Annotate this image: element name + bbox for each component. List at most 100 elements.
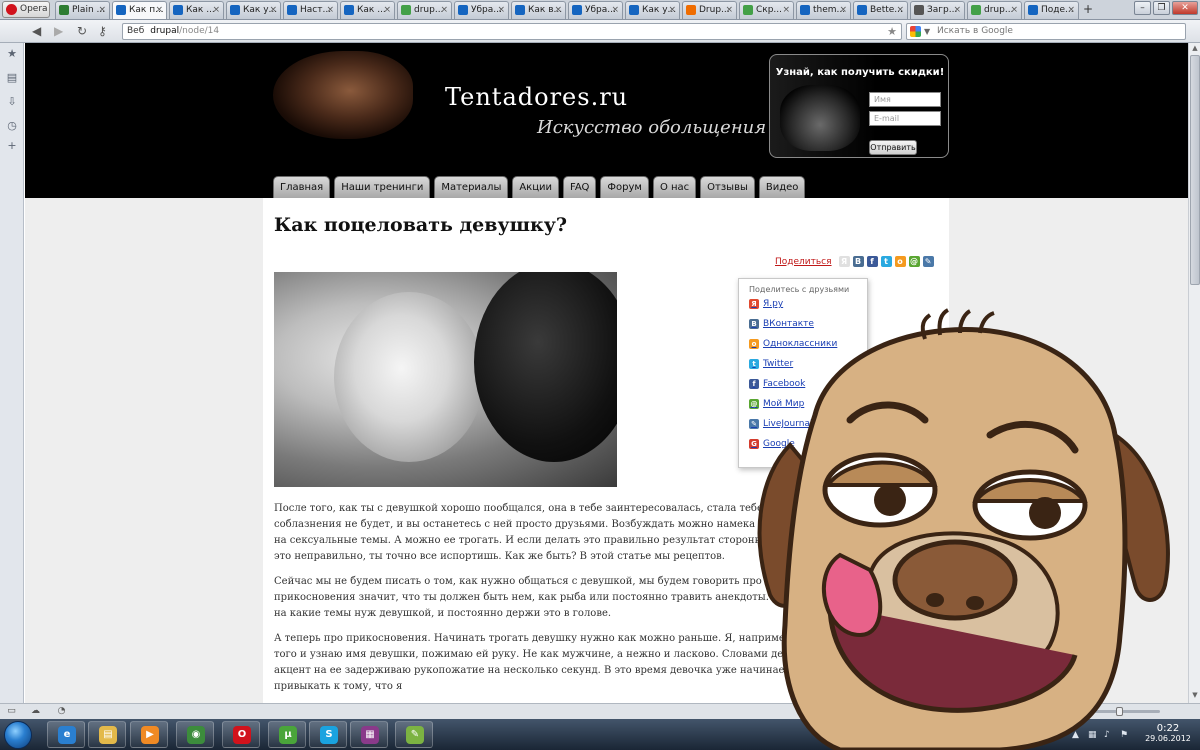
- taskbar-app-button[interactable]: µ: [268, 721, 306, 748]
- tab-close-icon[interactable]: ×: [554, 2, 562, 18]
- search-field[interactable]: ▼ Искать в Google: [906, 23, 1186, 40]
- twitter-icon[interactable]: t: [880, 256, 892, 267]
- menu-item[interactable]: Видео: [758, 176, 806, 198]
- browser-tab[interactable]: Plain ... ×: [55, 1, 110, 19]
- browser-tab[interactable]: drup... ×: [397, 1, 452, 19]
- taskbar-app-button[interactable]: ◉: [176, 721, 214, 748]
- share-icon-glyph: Я: [840, 257, 848, 266]
- discount-figure-image: [780, 85, 860, 151]
- tab-close-icon[interactable]: ×: [269, 2, 277, 18]
- tab-close-icon[interactable]: ×: [953, 2, 961, 18]
- browser-tab[interactable]: drup... ×: [967, 1, 1022, 19]
- menu-item[interactable]: Форум: [600, 176, 649, 198]
- menu-item[interactable]: Главная: [273, 176, 331, 198]
- tab-close-icon[interactable]: ×: [839, 2, 847, 18]
- tab-close-icon[interactable]: ×: [611, 2, 619, 18]
- tab-close-icon[interactable]: ×: [497, 2, 505, 18]
- odnoklassniki-icon[interactable]: о: [894, 256, 906, 267]
- search-engine-dropdown-icon[interactable]: ▼: [924, 24, 930, 39]
- scroll-thumb[interactable]: [1190, 55, 1200, 285]
- taskbar-app-button[interactable]: ▦: [350, 721, 388, 748]
- back-icon[interactable]: ◀: [32, 24, 41, 38]
- winrar-icon: ▦: [361, 726, 379, 744]
- vkontakte-icon[interactable]: В: [852, 256, 864, 267]
- taskbar-app-button[interactable]: e: [47, 721, 85, 748]
- browser-tab[interactable]: Убра... ×: [454, 1, 509, 19]
- tab-close-icon[interactable]: ×: [782, 2, 790, 18]
- taskbar-app-button[interactable]: S: [309, 721, 347, 748]
- turbo-icon[interactable]: ◔: [56, 706, 67, 717]
- discount-submit-button[interactable]: Отправить: [869, 140, 917, 155]
- browser-tab[interactable]: Как ... ×: [169, 1, 224, 19]
- scroll-up-icon[interactable]: ▲: [1190, 44, 1200, 54]
- discount-signup-box: Узнай, как получить скидки! Имя E-mail О…: [769, 54, 949, 158]
- browser-tab[interactable]: Bette... ×: [853, 1, 908, 19]
- facebook-icon[interactable]: f: [866, 256, 878, 267]
- tab-close-icon[interactable]: ×: [155, 2, 163, 18]
- tab-favicon-icon: [800, 5, 810, 15]
- site-title[interactable]: Tentadores.ru: [445, 83, 628, 111]
- taskbar-app-button[interactable]: ✎: [395, 721, 433, 748]
- moimir-icon[interactable]: @: [908, 256, 920, 267]
- url-field[interactable]: Веб drupal/node/14 ★: [122, 23, 902, 40]
- menu-item[interactable]: FAQ: [563, 176, 597, 198]
- browser-tab[interactable]: Убра... ×: [568, 1, 623, 19]
- close-window-button[interactable]: ✕: [1172, 1, 1198, 15]
- downloads-icon[interactable]: ⇩: [6, 96, 18, 108]
- bookmarks-star-icon[interactable]: ★: [6, 48, 18, 60]
- taskbar-app-button[interactable]: ▶: [130, 721, 168, 748]
- share-link[interactable]: Поделиться: [775, 257, 832, 267]
- add-panel-icon[interactable]: +: [6, 140, 18, 152]
- livejournal-icon[interactable]: ✎: [922, 256, 934, 267]
- panel-toggle-icon[interactable]: ▭: [6, 706, 17, 717]
- forward-icon[interactable]: ▶: [54, 24, 63, 38]
- notes-icon[interactable]: ▤: [6, 72, 18, 84]
- tab-close-icon[interactable]: ×: [1010, 2, 1018, 18]
- media-player-icon: ▶: [141, 726, 159, 744]
- menu-item[interactable]: Отзывы: [700, 176, 755, 198]
- menu-item[interactable]: Наши тренинги: [334, 176, 431, 198]
- cloud-icon[interactable]: ☁: [30, 706, 41, 717]
- minimize-button[interactable]: –: [1134, 1, 1151, 15]
- new-tab-icon[interactable]: +: [1083, 2, 1093, 16]
- share-toolbar: Поделиться Я Вf t о @ ✎: [775, 256, 934, 267]
- browser-tab[interactable]: Drup... ×: [682, 1, 737, 19]
- bookmark-star-icon[interactable]: ★: [887, 24, 897, 39]
- key-icon[interactable]: ⚷: [98, 24, 107, 38]
- browser-tab[interactable]: Как у... ×: [226, 1, 281, 19]
- browser-tab[interactable]: Как в... ×: [511, 1, 566, 19]
- photo-face-shape: [334, 292, 484, 462]
- browser-tab[interactable]: Как п... ×: [112, 1, 167, 19]
- tab-favicon-icon: [743, 5, 753, 15]
- main-menu: Главная Наши тренинги Материалы Акции FAQ Фор…: [273, 176, 806, 198]
- menu-item[interactable]: Акции: [512, 176, 560, 198]
- menu-item[interactable]: О нас: [652, 176, 697, 198]
- browser-tab[interactable]: Поде... ×: [1024, 1, 1079, 19]
- browser-tab[interactable]: Как ... ×: [340, 1, 395, 19]
- tab-close-icon[interactable]: ×: [383, 2, 391, 18]
- tab-close-icon[interactable]: ×: [668, 2, 676, 18]
- reload-icon[interactable]: ↻: [77, 24, 87, 38]
- menu-item[interactable]: Материалы: [434, 176, 509, 198]
- restore-button[interactable]: ❐: [1153, 1, 1170, 15]
- browser-tab[interactable]: Наст... ×: [283, 1, 338, 19]
- tab-close-icon[interactable]: ×: [896, 2, 904, 18]
- tab-close-icon[interactable]: ×: [725, 2, 733, 18]
- browser-tab[interactable]: Как у... ×: [625, 1, 680, 19]
- tab-close-icon[interactable]: ×: [212, 2, 220, 18]
- browser-tab[interactable]: Скр... ×: [739, 1, 794, 19]
- taskbar-app-button[interactable]: ▤: [88, 721, 126, 748]
- discount-email-input[interactable]: E-mail: [869, 111, 941, 126]
- browser-tab[interactable]: Загр... ×: [910, 1, 965, 19]
- history-icon[interactable]: ◷: [6, 120, 18, 132]
- opera-menu-button[interactable]: Opera: [2, 1, 50, 18]
- tab-close-icon[interactable]: ×: [326, 2, 334, 18]
- browser-tab[interactable]: them... ×: [796, 1, 851, 19]
- tab-close-icon[interactable]: ×: [1067, 2, 1075, 18]
- discount-name-input[interactable]: Имя: [869, 92, 941, 107]
- yaru-icon[interactable]: Я: [838, 256, 850, 267]
- taskbar-app-button[interactable]: O: [222, 721, 260, 748]
- start-button[interactable]: [4, 721, 32, 749]
- tab-close-icon[interactable]: ×: [98, 2, 106, 18]
- tab-close-icon[interactable]: ×: [440, 2, 448, 18]
